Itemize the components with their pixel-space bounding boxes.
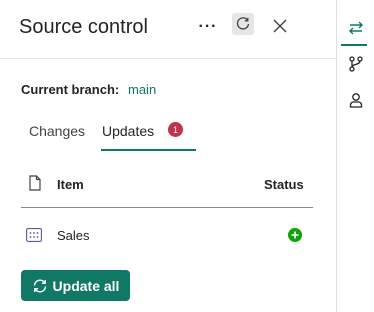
close-button[interactable] — [270, 16, 290, 36]
rail-branch-button[interactable] — [345, 53, 367, 75]
active-tab-indicator — [101, 149, 196, 151]
column-header-status: Status — [264, 177, 304, 192]
current-branch-label: Current branch: — [21, 82, 120, 97]
branch-icon — [349, 56, 363, 72]
right-rail — [336, 0, 374, 312]
header-divider — [0, 58, 336, 59]
user-icon — [349, 93, 363, 108]
rail-source-control-button[interactable] — [345, 17, 367, 39]
tab-changes[interactable]: Changes — [29, 123, 85, 139]
updates-count-badge: 1 — [168, 122, 183, 137]
tab-updates[interactable]: Updates — [102, 123, 154, 139]
more-options-button[interactable]: ··· — [197, 16, 219, 38]
rail-active-indicator — [341, 44, 367, 46]
refresh-button[interactable] — [232, 13, 254, 35]
table-header-divider — [21, 207, 313, 208]
row-item-name: Sales — [57, 228, 90, 243]
source-control-icon — [349, 21, 363, 35]
rail-user-button[interactable] — [345, 89, 367, 111]
column-header-item: Item — [57, 177, 84, 192]
close-icon — [273, 19, 287, 33]
update-all-button[interactable]: Update all — [21, 270, 130, 301]
panel-title: Source control — [19, 16, 148, 38]
document-icon — [29, 175, 41, 191]
update-all-label: Update all — [52, 277, 120, 294]
sync-icon — [33, 279, 46, 292]
added-status-icon — [288, 228, 302, 242]
refresh-icon — [236, 17, 250, 30]
source-control-panel: Source control ··· Current branch: main … — [0, 0, 336, 312]
semantic-model-icon — [26, 228, 42, 242]
current-branch-name[interactable]: main — [128, 82, 156, 97]
